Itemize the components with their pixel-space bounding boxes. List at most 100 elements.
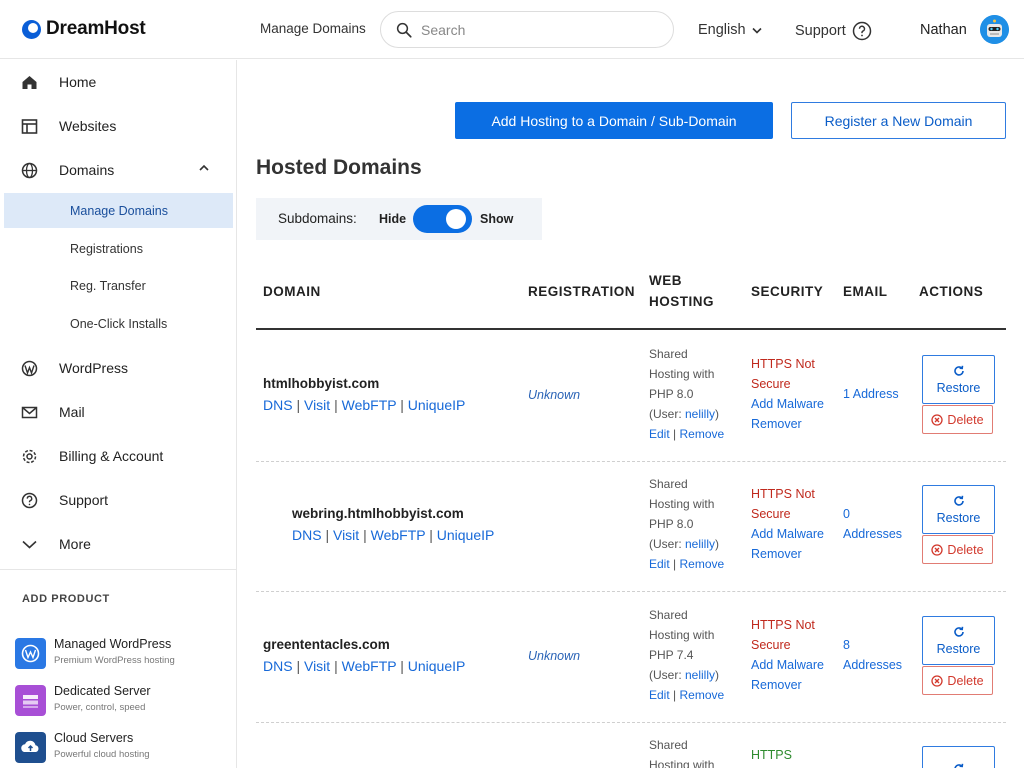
edit-hosting-link[interactable]: Edit bbox=[649, 557, 670, 571]
column-header-domain[interactable]: DOMAIN bbox=[263, 281, 321, 302]
sidebar-item-home[interactable]: Home bbox=[0, 62, 237, 102]
register-domain-button[interactable]: Register a New Domain bbox=[791, 102, 1006, 139]
uniqueip-link[interactable]: UniqueIP bbox=[408, 397, 466, 413]
sidebar-subitem-reg-transfer[interactable]: Reg. Transfer bbox=[4, 268, 233, 303]
subdomains-show-label[interactable]: Show bbox=[480, 212, 513, 226]
visit-link[interactable]: Visit bbox=[304, 658, 330, 674]
user-name[interactable]: Nathan bbox=[920, 22, 967, 38]
language-selector[interactable]: English bbox=[698, 22, 762, 38]
link-text: Add Malware bbox=[751, 658, 824, 672]
column-header-registration[interactable]: REGISTRATION bbox=[528, 281, 635, 302]
add-hosting-button[interactable]: Add Hosting to a Domain / Sub-Domain bbox=[455, 102, 773, 139]
subdomains-hide-label[interactable]: Hide bbox=[379, 212, 406, 226]
table-row: greententacles.com DNS | Visit | WebFTP … bbox=[0, 591, 1024, 721]
sidebar-item-websites[interactable]: Websites bbox=[0, 106, 237, 146]
uniqueip-link[interactable]: UniqueIP bbox=[408, 658, 466, 674]
link-text: Add Malware bbox=[751, 527, 824, 541]
link-separator: | bbox=[400, 397, 404, 413]
robot-avatar-icon bbox=[980, 15, 1009, 44]
remove-hosting-link[interactable]: Remove bbox=[680, 557, 725, 571]
sidebar-subitem-registrations[interactable]: Registrations bbox=[4, 231, 233, 266]
https-status: HTTPS Not bbox=[751, 487, 815, 501]
chevron-down-icon bbox=[751, 27, 762, 34]
email-addresses-link[interactable]: 8 Addresses bbox=[843, 635, 913, 675]
webftp-link[interactable]: WebFTP bbox=[371, 527, 426, 543]
add-malware-remover-link[interactable]: Add Malware Remover bbox=[751, 524, 836, 564]
sidebar-item-domains[interactable]: Domains bbox=[0, 150, 237, 190]
email-text: 0 bbox=[843, 507, 850, 521]
link-separator: | bbox=[429, 527, 433, 543]
table-row: htmlhobbyist.com DNS | Visit | WebFTP | … bbox=[0, 330, 1024, 460]
hosting-line: Shared bbox=[649, 738, 688, 752]
link-separator: | bbox=[673, 427, 677, 441]
security-info: HTTPS Not Secure Add Malware Remover bbox=[751, 354, 836, 434]
subdomains-toggle[interactable] bbox=[413, 205, 472, 233]
delete-button[interactable]: Delete bbox=[922, 666, 993, 695]
column-header-web-hosting[interactable]: WEB HOSTING bbox=[649, 270, 714, 312]
column-header-security[interactable]: SECURITY bbox=[751, 281, 823, 302]
restore-label: Restore bbox=[936, 380, 981, 395]
search-input[interactable] bbox=[421, 21, 641, 38]
email-addresses-link[interactable]: 0 Addresses bbox=[843, 504, 913, 544]
dns-link[interactable]: DNS bbox=[292, 527, 322, 543]
delete-label: Delete bbox=[947, 673, 984, 688]
close-circle-icon bbox=[931, 413, 944, 426]
column-header-email[interactable]: EMAIL bbox=[843, 281, 888, 302]
restore-label: Restore bbox=[936, 510, 981, 525]
user-prefix: (User: bbox=[649, 537, 685, 551]
add-malware-remover-link[interactable]: Add Malware Remover bbox=[751, 655, 836, 695]
https-status: HTTPS Not bbox=[751, 618, 815, 632]
avatar[interactable] bbox=[980, 15, 1009, 44]
logo-text: DreamHost bbox=[46, 18, 146, 39]
hosting-user-link[interactable]: nelilly bbox=[685, 537, 715, 551]
dns-link[interactable]: DNS bbox=[263, 658, 293, 674]
restore-button[interactable]: Restore bbox=[922, 616, 995, 665]
restore-button[interactable]: Restore bbox=[922, 355, 995, 404]
restore-button[interactable]: Restore bbox=[922, 485, 995, 534]
edit-hosting-link[interactable]: Edit bbox=[649, 427, 670, 441]
link-separator: | bbox=[363, 527, 367, 543]
link-separator: | bbox=[400, 658, 404, 674]
user-prefix: (User: bbox=[649, 407, 685, 421]
link-separator: | bbox=[296, 397, 301, 413]
sidebar-item-label: Websites bbox=[59, 118, 117, 134]
hosting-user-link[interactable]: nelilly bbox=[685, 668, 715, 682]
hosting-actions: Edit | Remove bbox=[649, 424, 739, 444]
hosting-line: Shared bbox=[649, 477, 688, 491]
delete-button[interactable]: Delete bbox=[922, 405, 993, 434]
remove-hosting-link[interactable]: Remove bbox=[680, 427, 725, 441]
uniqueip-link[interactable]: UniqueIP bbox=[437, 527, 495, 543]
search-box[interactable] bbox=[380, 11, 674, 48]
nav-manage-domains[interactable]: Manage Domains bbox=[260, 21, 366, 36]
webftp-link[interactable]: WebFTP bbox=[342, 658, 397, 674]
close-circle-icon bbox=[931, 674, 944, 687]
webftp-link[interactable]: WebFTP bbox=[342, 397, 397, 413]
delete-label: Delete bbox=[947, 412, 984, 427]
domain-name: webring.htmlhobbyist.com bbox=[292, 506, 464, 521]
restore-label: Restore bbox=[936, 641, 981, 656]
dns-link[interactable]: DNS bbox=[263, 397, 293, 413]
restore-button[interactable] bbox=[922, 746, 995, 768]
email-text: 8 bbox=[843, 638, 850, 652]
remove-hosting-link[interactable]: Remove bbox=[680, 688, 725, 702]
visit-link[interactable]: Visit bbox=[333, 527, 359, 543]
chevron-up-icon[interactable] bbox=[198, 164, 210, 172]
hosting-user-link[interactable]: nelilly bbox=[685, 407, 715, 421]
support-menu[interactable]: Support bbox=[795, 21, 872, 41]
hosting-line: PHP 8.0 bbox=[649, 517, 694, 531]
websites-icon bbox=[21, 119, 38, 134]
add-malware-remover-link[interactable]: Add Malware Remover bbox=[751, 394, 836, 434]
email-addresses-link[interactable]: 1 Address bbox=[843, 384, 913, 404]
security-info: HTTPS bbox=[751, 745, 836, 765]
visit-link[interactable]: Visit bbox=[304, 397, 330, 413]
edit-hosting-link[interactable]: Edit bbox=[649, 688, 670, 702]
sidebar-subitem-label: Reg. Transfer bbox=[70, 279, 146, 293]
toggle-knob bbox=[446, 209, 466, 229]
delete-button[interactable]: Delete bbox=[922, 535, 993, 564]
sidebar-subitem-manage-domains[interactable]: Manage Domains bbox=[4, 193, 233, 228]
domain-links: DNS | Visit | WebFTP | UniqueIP bbox=[292, 527, 494, 543]
https-status: Secure bbox=[751, 377, 791, 391]
dreamhost-logo[interactable]: DreamHost bbox=[22, 18, 146, 40]
hosting-actions: Edit | Remove bbox=[649, 685, 739, 705]
https-status: Secure bbox=[751, 638, 791, 652]
